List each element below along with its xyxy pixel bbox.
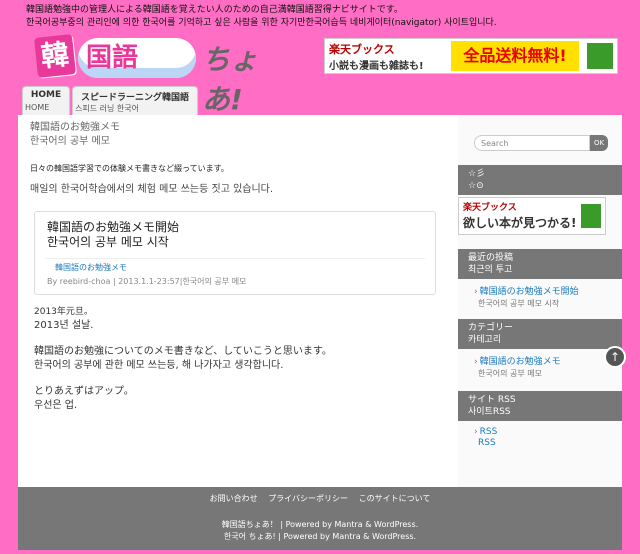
scroll-to-top-icon[interactable]: ↑ xyxy=(604,346,626,368)
widget-title-line: カテゴリー xyxy=(468,323,514,333)
footer-link-about[interactable]: このサイトについて xyxy=(359,494,431,503)
tab-label: スピードラーニング韓国語 xyxy=(80,93,189,103)
footer-link-privacy[interactable]: プライバシーポリシー xyxy=(268,494,348,503)
site-tagline: 韓国語勉強中の管理人による韓国語を覚えたい人のための自己満韓国語習得ナビサイトで… xyxy=(26,4,626,30)
category-desc-jp: 日々の韓国語学習での体験メモ書きなど綴っています。 xyxy=(30,164,229,173)
tagline-kr: 한국어공부중의 관리인에 의한 한국어를 기억하고 싶은 사람을 위한 자기만한… xyxy=(26,18,497,28)
page-container: 韓国語のお勉強メモ 한국어의 공부 메모 日々の韓国語学習での体験メモ書きなど綴… xyxy=(18,115,622,487)
search-button[interactable]: OK xyxy=(590,135,608,151)
logo-kanji: 韓 xyxy=(34,34,76,78)
post-meta: By reebird-choa | 2013.1.1-23:57|한국어의 공부… xyxy=(47,277,247,286)
category-title-kr: 한국어의 공부 메모 xyxy=(30,136,110,147)
body-line: 韓国語のお勉強についてのメモ書きなど、していこうと思います。 xyxy=(34,346,332,357)
banner-slogan: 小説も漫画も雑誌も! xyxy=(329,61,424,72)
footer-copyright: 한국어 ちょあ! | Powered by Mantra & WordPress… xyxy=(223,532,417,541)
category-link[interactable]: › 韓国語のお勉強メモ xyxy=(474,357,561,368)
main-content: 韓国語のお勉強メモ 한국어의 공부 메모 日々の韓国語学習での体験メモ書きなど綴… xyxy=(30,121,434,195)
tab-home[interactable]: HOME HOME xyxy=(22,86,70,116)
side-banner-brand: 楽天ブックス xyxy=(463,203,517,213)
body-line: 우선은 업. xyxy=(34,400,78,411)
book-icon xyxy=(587,43,613,69)
post-category-link[interactable]: 韓国語のお勉強メモ xyxy=(55,262,127,273)
widget-title-rss: サイト RSS 사이트RSS xyxy=(458,391,622,421)
widget-title-category: カテゴリー 카테고리 xyxy=(458,319,622,349)
widget-title-line: 최근의 투고 xyxy=(468,265,513,275)
post-body: 2013年元旦。 2013년 설날. 韓国語のお勉強についてのメモ書きなど、して… xyxy=(34,305,434,413)
tab-label: HOME xyxy=(30,90,62,100)
banner-promo: 全品送料無料! xyxy=(451,41,579,71)
logo-word: 国語 xyxy=(78,38,196,78)
widget-title-line: サイト RSS xyxy=(468,395,516,405)
recent-post-sub: 한국어의 공부 메모 시작 xyxy=(478,299,560,308)
body-line: 2013년 설날. xyxy=(34,320,94,331)
footer: お問い合わせ プライバシーポリシー このサイトについて 韓国語ちょあ！ | Po… xyxy=(18,487,622,550)
widget-title-stars: ☆彡 ☆⊙ xyxy=(458,165,622,195)
post-card: 韓国語のお勉強メモ開始 한국어의 공부 메모 시작 韓国語のお勉強メモ By r… xyxy=(34,211,436,295)
widget-title-line: ☆彡 xyxy=(468,169,486,179)
logo-choa: ちょあ! xyxy=(202,43,259,116)
category-sub: 한국어의 공부 메모 xyxy=(478,369,542,378)
post-title[interactable]: 韓国語のお勉強メモ開始 한국어의 공부 메모 시작 xyxy=(47,220,435,250)
footer-links: お問い合わせ プライバシーポリシー このサイトについて xyxy=(18,493,622,504)
tab-sub: 스피드 러닝 한국어 xyxy=(75,104,139,113)
category-desc-kr: 매일의 한국어학습에서의 체험 메모 쓰는등 짓고 있습니다. xyxy=(30,184,274,195)
sidebar: Search OK ☆彡 ☆⊙ 楽天ブックス 欲しい本が見つかる! 最近の投稿 … xyxy=(458,115,622,487)
body-line: とりあえずはアップ。 xyxy=(34,386,134,397)
body-line: 한국어의 공부에 관한 메모 쓰는등, 해 나가자고 생각합니다. xyxy=(34,360,284,371)
rss-link[interactable]: › RSS xyxy=(474,427,497,438)
widget-title-line: 最近の投稿 xyxy=(468,253,514,263)
rss-link[interactable]: RSS xyxy=(478,438,496,449)
search-input[interactable]: Search xyxy=(474,135,590,151)
footer-copyright: 韓国語ちょあ！ | Powered by Mantra & WordPress. xyxy=(221,520,419,529)
recent-post-link[interactable]: › 韓国語のお勉強メモ開始 xyxy=(474,287,579,298)
book-icon xyxy=(581,204,601,228)
widget-title-recent: 最近の投稿 최근의 투고 xyxy=(458,249,622,279)
tab-speed-learning[interactable]: スピードラーニング韓国語 스피드 러닝 한국어 xyxy=(72,86,198,116)
side-banner-text: 欲しい本が見つかる! xyxy=(463,216,577,230)
body-line: 2013年元旦。 xyxy=(34,307,93,317)
divider xyxy=(45,258,425,259)
post-title-jp: 韓国語のお勉強メモ開始 xyxy=(47,220,180,234)
site-logo[interactable]: 韓 国語 ちょあ! xyxy=(34,34,276,116)
tab-sub: HOME xyxy=(25,103,50,112)
widget-title-line: 카테고리 xyxy=(468,335,502,345)
rakuten-banner[interactable]: 楽天ブックス 小説も漫画も雑誌も! 全品送料無料! xyxy=(324,38,618,74)
arrow-icon: › xyxy=(474,427,478,437)
rakuten-side-banner[interactable]: 楽天ブックス 欲しい本が見つかる! xyxy=(458,197,606,235)
widget-title-line: 사이트RSS xyxy=(468,407,511,417)
banner-brand: 楽天ブックス xyxy=(329,43,395,56)
post-title-kr: 한국어의 공부 메모 시작 xyxy=(47,235,169,249)
tagline-jp: 韓国語勉強中の管理人による韓国語を覚えたい人のための自己満韓国語習得ナビサイトで… xyxy=(26,5,403,15)
arrow-icon: › xyxy=(474,287,478,297)
category-title-jp: 韓国語のお勉強メモ xyxy=(30,122,120,133)
footer-link-contact[interactable]: お問い合わせ xyxy=(210,494,258,503)
arrow-icon: › xyxy=(474,357,478,367)
widget-title-line: ☆⊙ xyxy=(468,181,484,191)
